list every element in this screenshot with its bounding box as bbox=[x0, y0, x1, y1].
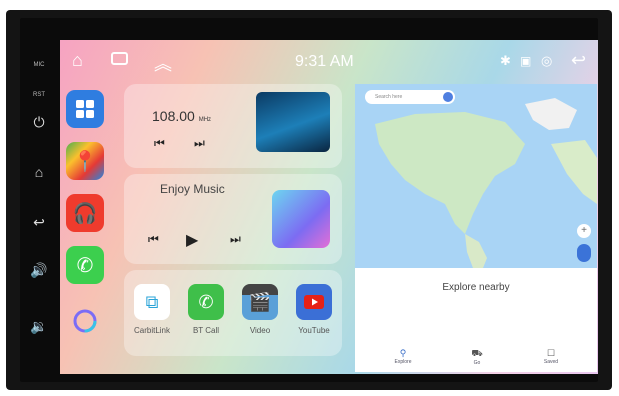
app-label-youtube: YouTube bbox=[298, 326, 330, 335]
touch-screen: ⌂ ︽ 9:31 AM ✱ ▣ ◎ ↩ 📍 🎧 ✆ 108.00 MHz ⏮ ⏭… bbox=[60, 40, 598, 374]
youtube-icon[interactable] bbox=[296, 284, 332, 320]
tab-go[interactable]: ⛟ Go bbox=[457, 348, 497, 366]
volume-up-icon[interactable]: 🔊 bbox=[28, 262, 50, 279]
tab-explore-label: Explore bbox=[394, 359, 412, 365]
radio-widget[interactable]: 108.00 MHz ⏮ ⏭ bbox=[124, 84, 342, 168]
status-bar: ⌂ ︽ 9:31 AM ✱ ▣ ◎ ↩ bbox=[60, 40, 598, 82]
car-icon: ⛟ bbox=[471, 348, 483, 358]
bt-call-icon[interactable]: ✆ bbox=[188, 284, 224, 320]
tab-go-label: Go bbox=[473, 360, 481, 366]
rst-label[interactable]: RST bbox=[28, 92, 50, 98]
app-dock: 📍 🎧 ✆ bbox=[60, 90, 116, 374]
microphone-icon[interactable] bbox=[577, 244, 591, 262]
carbitlink-icon[interactable]: ⧉ bbox=[134, 284, 170, 320]
music-title: Enjoy Music bbox=[160, 182, 225, 196]
back-icon[interactable]: ↩ bbox=[571, 50, 586, 71]
video-icon[interactable]: 🎬 bbox=[242, 284, 278, 320]
signal-icon: ▣ bbox=[520, 54, 532, 68]
back-icon[interactable]: ↩ bbox=[28, 214, 50, 231]
radio-artwork bbox=[256, 92, 330, 152]
head-unit-face: MIC RST ⏻ ⌂ ↩ 🔊 🔉 ⌂ ︽ 9:31 AM ✱ ▣ ◎ ↩ 📍 … bbox=[20, 18, 598, 382]
app-label-carbitlink: CarbitLink bbox=[133, 326, 170, 335]
recent-apps-icon[interactable] bbox=[110, 50, 130, 73]
play-button[interactable]: ▶ bbox=[186, 230, 198, 250]
frequency-unit: MHz bbox=[198, 117, 212, 123]
map-view[interactable]: Search here + bbox=[355, 84, 597, 268]
volume-down-icon[interactable]: 🔉 bbox=[28, 318, 50, 335]
radio-frequency: 108.00 MHz bbox=[152, 108, 211, 124]
tab-saved[interactable]: ☐ Saved bbox=[531, 348, 571, 365]
bluetooth-icon: ✱ bbox=[500, 53, 511, 68]
app-label-bt-call: BT Call bbox=[192, 326, 220, 335]
explore-nearby[interactable]: Explore nearby bbox=[355, 282, 597, 293]
phone-icon[interactable]: ✆ bbox=[66, 246, 104, 284]
app-shortcuts-widget: ⧉ CarbitLink ✆ BT Call 🎬 Video YouTube bbox=[124, 270, 342, 356]
maps-tab-bar: ⚲ Explore ⛟ Go ☐ Saved bbox=[355, 346, 597, 372]
wifi-icon: ◎ bbox=[541, 53, 553, 68]
layers-icon[interactable]: + bbox=[577, 224, 591, 238]
music-icon[interactable]: 🎧 bbox=[66, 194, 104, 232]
mic-label: MIC bbox=[33, 62, 45, 68]
chevron-up-icon[interactable]: ︽ bbox=[154, 50, 172, 76]
pin-icon: ⚲ bbox=[399, 348, 407, 358]
previous-station-button[interactable]: ⏮ bbox=[154, 136, 165, 151]
home-icon[interactable]: ⌂ bbox=[72, 50, 83, 71]
music-widget[interactable]: Enjoy Music ⏮ ▶ ⏭ bbox=[124, 174, 342, 264]
bookmark-icon: ☐ bbox=[546, 348, 556, 358]
album-art bbox=[272, 190, 330, 248]
power-icon[interactable]: ⏻ bbox=[28, 114, 50, 131]
home-icon[interactable]: ⌂ bbox=[28, 164, 50, 180]
head-unit-bezel: MIC RST ⏻ ⌂ ↩ 🔊 🔉 ⌂ ︽ 9:31 AM ✱ ▣ ◎ ↩ 📍 … bbox=[6, 10, 612, 390]
assistant-icon[interactable] bbox=[66, 302, 104, 340]
next-station-button[interactable]: ⏭ bbox=[194, 136, 205, 151]
maps-icon[interactable]: 📍 bbox=[66, 142, 104, 180]
maps-panel: Search here + Explore nearby ⚲ Explore ⛟… bbox=[355, 84, 597, 372]
map-landmass bbox=[375, 98, 597, 268]
account-avatar[interactable] bbox=[443, 92, 453, 102]
clock: 9:31 AM bbox=[295, 53, 354, 70]
previous-track-button[interactable]: ⏮ bbox=[148, 232, 159, 247]
physical-button-column: MIC RST ⏻ ⌂ ↩ 🔊 🔉 bbox=[20, 18, 58, 382]
tab-explore[interactable]: ⚲ Explore bbox=[383, 348, 423, 365]
frequency-value: 108.00 bbox=[152, 108, 195, 124]
next-track-button[interactable]: ⏭ bbox=[230, 232, 241, 247]
app-label-video: Video bbox=[249, 326, 271, 335]
app-drawer-icon[interactable] bbox=[66, 90, 104, 128]
map-search-input[interactable]: Search here bbox=[365, 90, 455, 104]
tab-saved-label: Saved bbox=[543, 359, 559, 365]
